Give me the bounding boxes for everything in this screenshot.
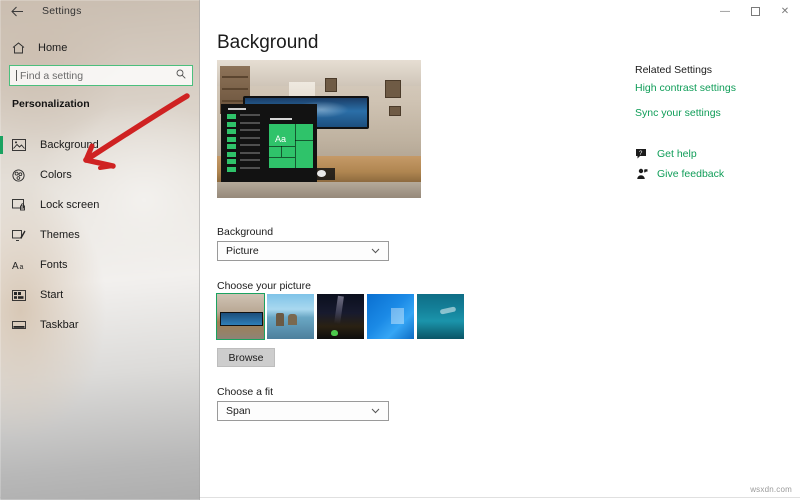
sidebar-item-start[interactable]: Start	[0, 280, 200, 310]
title-bar: Settings — ✕	[0, 0, 800, 22]
thumbnail-underwater[interactable]	[417, 294, 464, 339]
sidebar-item-label: Themes	[40, 229, 80, 241]
close-button[interactable]: ✕	[770, 0, 800, 22]
sidebar-item-label: Colors	[40, 169, 72, 181]
related-settings-panel: Related Settings High contrast settings …	[630, 0, 800, 500]
thumbnail-windows-blue[interactable]	[367, 294, 414, 339]
search-box[interactable]	[9, 65, 193, 86]
browse-button[interactable]: Browse	[217, 348, 275, 367]
sidebar-item-label: Taskbar	[40, 319, 79, 331]
start-tiles-icon	[12, 287, 34, 303]
preview-sample-text: Aa	[275, 134, 287, 144]
taskbar-icon	[12, 317, 34, 333]
watermark: wsxdn.com	[750, 485, 792, 494]
give-feedback-label: Give feedback	[657, 167, 725, 180]
settings-window: Settings — ✕ Home Find a setting Persona…	[0, 0, 800, 500]
sidebar-item-colors[interactable]: Colors	[0, 160, 200, 190]
home-label: Home	[38, 42, 68, 54]
sidebar-item-home[interactable]: Home	[0, 36, 200, 60]
feedback-person-icon	[635, 167, 648, 180]
sidebar-item-lock-screen[interactable]: Lock screen	[0, 190, 200, 220]
selection-indicator	[0, 136, 3, 154]
sidebar: Home Personalization	[0, 0, 200, 500]
sidebar-section-heading: Personalization	[12, 98, 90, 110]
svg-text:a: a	[20, 264, 24, 271]
sidebar-item-label: Background	[40, 139, 99, 151]
preview-accent-surface: Aa	[269, 124, 313, 168]
sidebar-item-label: Lock screen	[40, 199, 100, 211]
choose-fit-label: Choose a fit	[217, 386, 274, 398]
fonts-icon: A a	[12, 257, 34, 273]
themes-icon	[12, 227, 34, 243]
thumbnail-desk-setup[interactable]	[216, 293, 265, 340]
choose-fit-value: Span	[226, 405, 251, 417]
picture-thumbnail-list	[216, 293, 464, 340]
home-icon	[12, 42, 34, 54]
sidebar-item-taskbar[interactable]: Taskbar	[0, 310, 200, 340]
chevron-down-icon	[371, 407, 380, 416]
help-bubble-icon: ?	[635, 147, 648, 160]
maximize-button[interactable]	[740, 0, 770, 22]
sidebar-item-themes[interactable]: Themes	[0, 220, 200, 250]
text-caret	[16, 70, 17, 81]
desktop-preview: Aa	[217, 60, 421, 198]
minimize-button[interactable]: —	[710, 0, 740, 22]
get-help-label: Get help	[657, 147, 697, 160]
window-controls: — ✕	[710, 0, 800, 22]
back-arrow-icon[interactable]	[0, 0, 34, 22]
sidebar-item-label: Start	[40, 289, 64, 301]
background-dropdown[interactable]: Picture	[217, 241, 389, 261]
search-input[interactable]	[20, 69, 176, 82]
get-help-item[interactable]: ? Get help	[635, 147, 697, 160]
sidebar-item-background[interactable]: Background	[0, 130, 200, 160]
thumbnail-beach[interactable]	[267, 294, 314, 339]
background-label: Background	[217, 226, 274, 238]
preview-app-window: Aa	[265, 114, 317, 172]
chevron-down-icon	[371, 247, 380, 256]
search-icon	[176, 69, 186, 82]
choose-picture-label: Choose your picture	[217, 280, 311, 292]
svg-text:A: A	[12, 261, 19, 271]
link-high-contrast-settings[interactable]: High contrast settings	[635, 82, 736, 94]
choose-fit-dropdown[interactable]: Span	[217, 401, 389, 421]
color-wheel-icon	[12, 167, 34, 183]
related-settings-heading: Related Settings	[635, 64, 713, 76]
thumbnail-night-sky[interactable]	[317, 294, 364, 339]
background-dropdown-value: Picture	[226, 245, 259, 257]
picture-icon	[12, 137, 34, 153]
page-title: Background	[217, 32, 319, 53]
link-sync-your-settings[interactable]: Sync your settings	[635, 107, 721, 119]
window-title: Settings	[42, 5, 82, 17]
give-feedback-item[interactable]: Give feedback	[635, 167, 724, 180]
lock-screen-icon	[12, 197, 34, 213]
sidebar-item-label: Fonts	[40, 259, 68, 271]
sidebar-nav-list: Background Colors Lock screen Themes A a…	[0, 130, 200, 340]
sidebar-item-fonts[interactable]: A a Fonts	[0, 250, 200, 280]
